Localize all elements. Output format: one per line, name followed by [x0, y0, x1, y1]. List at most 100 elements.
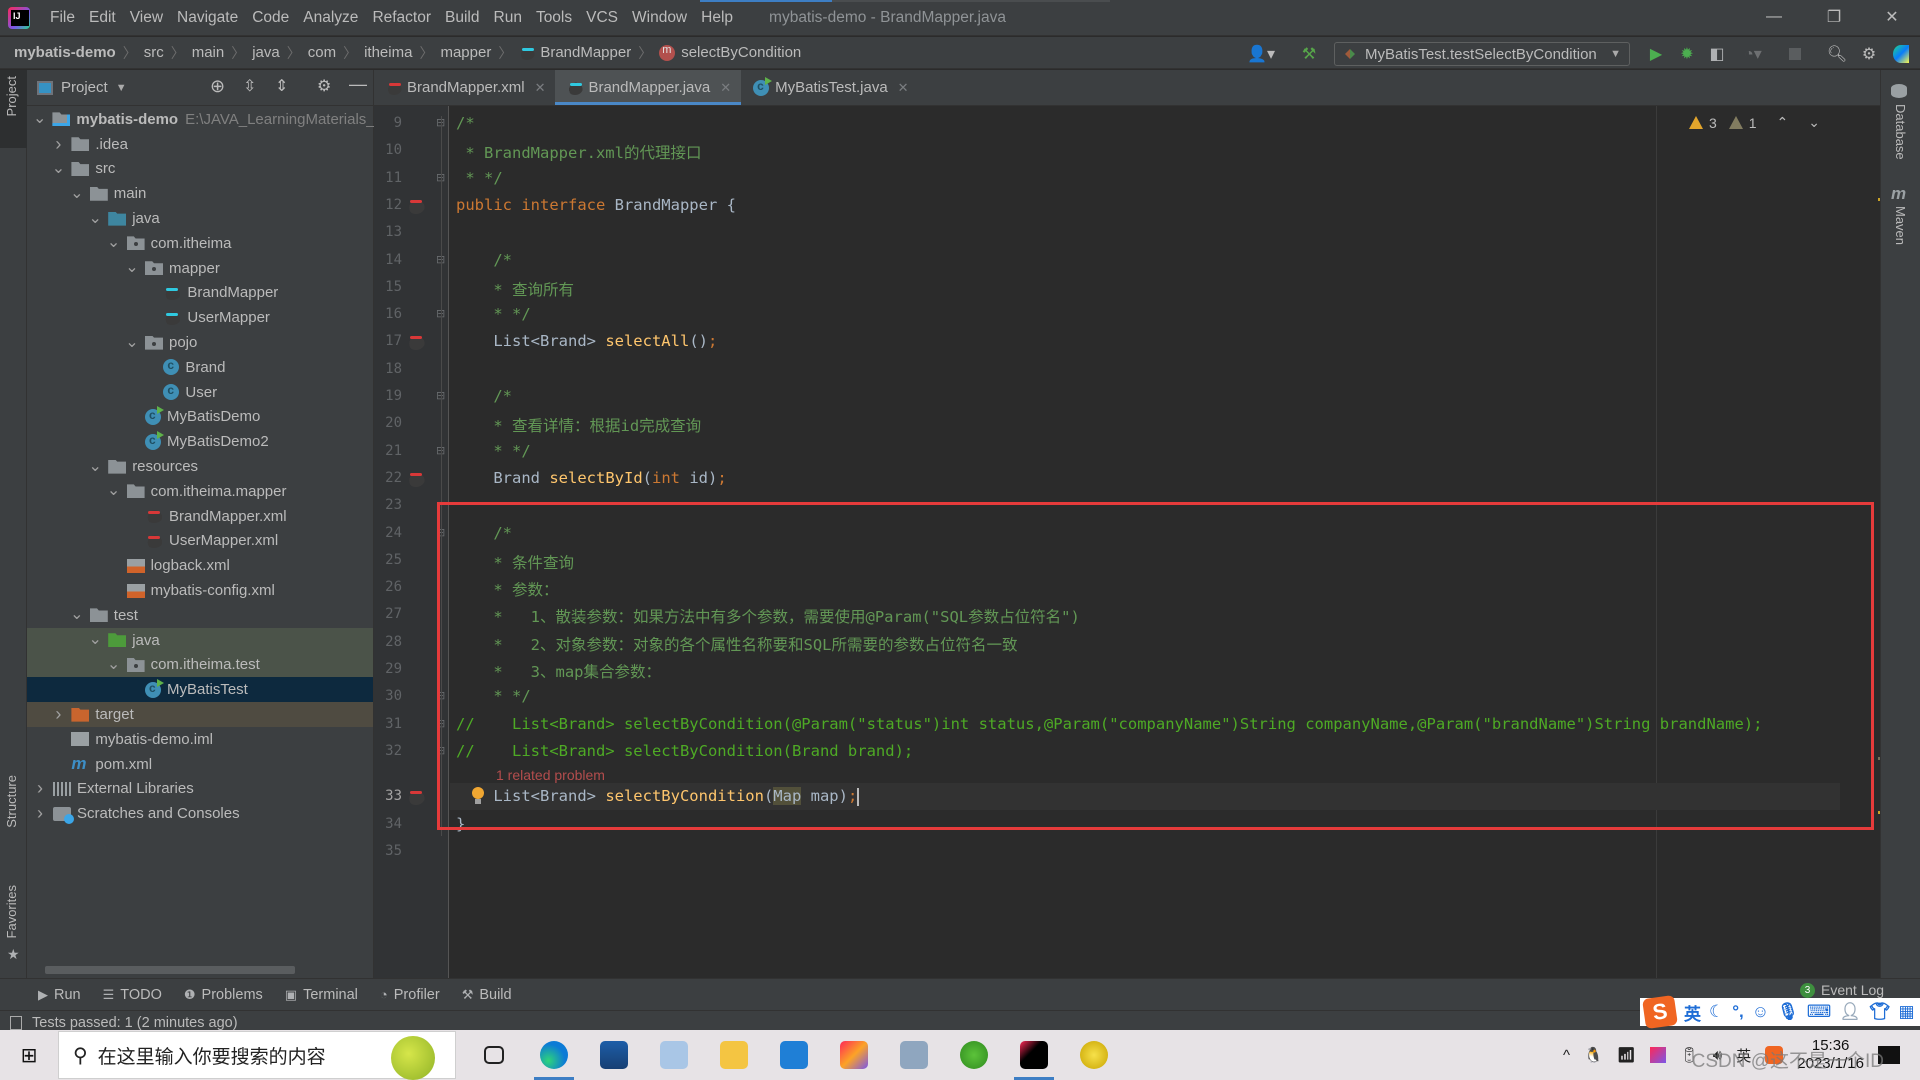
menu-file[interactable]: File — [50, 9, 75, 27]
horizontal-scrollbar[interactable] — [45, 966, 295, 974]
qq-icon[interactable]: 🐧 — [1584, 1046, 1603, 1064]
close-tab-icon[interactable]: ✕ — [720, 80, 731, 96]
menu-refactor[interactable]: Refactor — [372, 9, 431, 27]
tree-item-mybatis-config-xml[interactable]: mybatis-config.xml — [27, 578, 373, 603]
tool-tab-run[interactable]: ▶ Run — [38, 987, 81, 1003]
tree-item-test[interactable]: ⌄ test — [27, 603, 373, 628]
tree-item-com-itheima-test[interactable]: ⌄ com.itheima.test — [27, 652, 373, 678]
expand-all-icon[interactable]: ⇳ — [243, 76, 256, 96]
breadcrumb-item[interactable]: selectByCondition — [659, 44, 801, 61]
taskbar-app-intellij-idea[interactable] — [1004, 1030, 1064, 1080]
chevron-down-icon[interactable]: ▼ — [116, 82, 127, 94]
tree-item-resources[interactable]: ⌄ resources — [27, 454, 373, 479]
menu-window[interactable]: Window — [632, 9, 687, 27]
chevron-down-icon[interactable]: ⌄ — [107, 483, 121, 499]
chevron-down-icon[interactable]: ⌄ — [125, 260, 139, 276]
chevron-right-icon[interactable]: › — [33, 803, 47, 824]
toolbox-icon[interactable] — [1890, 43, 1912, 65]
tree-item-pojo[interactable]: ⌄ pojo — [27, 330, 373, 355]
coverage-icon[interactable]: ◧ — [1706, 43, 1728, 65]
mapper-navigate-icon[interactable] — [407, 789, 425, 806]
skin-icon[interactable]: 👕︎ — [1869, 1002, 1891, 1022]
chevron-down-icon[interactable]: ⌄ — [107, 235, 121, 251]
tree-item-brandmapper[interactable]: BrandMapper — [27, 281, 373, 306]
tree-item-mapper[interactable]: ⌄ mapper — [27, 256, 373, 281]
chevron-right-icon[interactable]: › — [51, 134, 65, 155]
menu-analyze[interactable]: Analyze — [303, 9, 358, 27]
tree-item-external-libraries[interactable]: › External Libraries — [27, 777, 373, 802]
breadcrumb-item[interactable]: java — [252, 44, 280, 61]
menu-code[interactable]: Code — [252, 9, 289, 27]
tab-mybatistest-java[interactable]: MyBatisTest.java ✕ — [741, 70, 918, 105]
taskbar-app-store[interactable] — [584, 1030, 644, 1080]
taskbar-app-app-green[interactable] — [944, 1030, 1004, 1080]
menu-tools[interactable]: Tools — [536, 9, 572, 27]
breadcrumb-item[interactable]: BrandMapper — [519, 44, 631, 61]
menu-help[interactable]: Help — [701, 9, 733, 27]
tab-brandmapper-java[interactable]: BrandMapper.java ✕ — [555, 70, 742, 105]
run-icon[interactable]: ▶ — [1646, 43, 1666, 65]
ime-language-toggle[interactable]: 英 — [1684, 1000, 1701, 1025]
start-button[interactable]: ⊞ — [0, 1030, 58, 1080]
chevron-down-icon[interactable]: ⌄ — [33, 111, 46, 127]
breadcrumb-item[interactable]: src — [144, 44, 164, 61]
status-message[interactable]: Tests passed: 1 (2 minutes ago) — [32, 1015, 238, 1031]
punctuation-icon[interactable]: °, — [1732, 1002, 1744, 1022]
settings-icon[interactable]: ⚙ — [1858, 43, 1880, 65]
breadcrumb-item[interactable]: mybatis-demo — [14, 44, 116, 61]
breadcrumb-item[interactable]: itheima — [364, 44, 412, 61]
tree-item-main[interactable]: ⌄ main — [27, 181, 373, 206]
tree-item-target[interactable]: › target — [27, 702, 373, 727]
tool-tab-project[interactable]: Project — [0, 70, 27, 148]
previous-highlight-icon[interactable]: ⌃ — [1777, 114, 1789, 131]
event-log-button[interactable]: 3 Event Log — [1800, 982, 1884, 998]
stop-icon[interactable] — [1786, 43, 1804, 65]
menu-run[interactable]: Run — [494, 9, 522, 27]
chevron-down-icon[interactable]: ⌄ — [51, 160, 65, 176]
tool-tab-database[interactable]: Database — [1893, 104, 1908, 160]
minimize-button[interactable]: — — [1746, 0, 1802, 34]
chevron-down-icon[interactable]: ⌄ — [88, 632, 102, 648]
taskbar-app-network-app[interactable] — [884, 1030, 944, 1080]
tool-tab-profiler[interactable]: ◔ Profiler — [380, 987, 440, 1003]
taskbar-app-app-yellow[interactable] — [1064, 1030, 1124, 1080]
chevron-down-icon[interactable]: ⌄ — [70, 185, 84, 201]
tree-item-mybatisdemo[interactable]: MyBatisDemo — [27, 405, 373, 430]
tree-item-usermapper[interactable]: UserMapper — [27, 305, 373, 330]
breadcrumb-item[interactable]: main — [192, 44, 225, 61]
moon-icon[interactable]: ☾ — [1709, 1002, 1724, 1022]
menu-navigate[interactable]: Navigate — [177, 9, 238, 27]
chevron-down-icon[interactable]: ⌄ — [88, 210, 102, 226]
profiler-icon[interactable]: ◔▾ — [1736, 43, 1770, 65]
network-icon[interactable]: 📶︎ — [1617, 1046, 1636, 1064]
taskbar-app-app-blue[interactable] — [764, 1030, 824, 1080]
tree-item-mybatistest[interactable]: MyBatisTest — [27, 677, 373, 703]
close-window-button[interactable]: ✕ — [1864, 0, 1920, 34]
taskbar-app-app[interactable] — [644, 1030, 704, 1080]
tree-item-scratches-and-consoles[interactable]: › Scratches and Consoles — [27, 801, 373, 826]
toolbox-grid-icon[interactable]: ▦ — [1898, 1002, 1914, 1022]
menu-edit[interactable]: Edit — [89, 9, 116, 27]
next-highlight-icon[interactable]: ⌄ — [1808, 114, 1820, 131]
hide-panel-icon[interactable]: — — [349, 74, 367, 95]
jetbrains-icon[interactable] — [1649, 1047, 1666, 1063]
chevron-down-icon[interactable]: ⌄ — [88, 458, 102, 474]
tree-item-brandmapper-xml[interactable]: BrandMapper.xml — [27, 504, 373, 529]
tool-tab-maven[interactable]: Maven — [1893, 206, 1908, 245]
show-hidden-icons[interactable]: ^ — [1563, 1047, 1570, 1064]
close-tab-icon[interactable]: ✕ — [535, 80, 546, 96]
user-icon[interactable]: 👤▾ — [1246, 43, 1276, 65]
sogou-logo-icon[interactable]: S — [1642, 994, 1678, 1030]
user-icon[interactable]: 👤︎ — [1839, 1002, 1861, 1022]
breadcrumb-item[interactable]: com — [308, 44, 336, 61]
tool-tab-structure[interactable]: Structure — [4, 775, 19, 828]
tool-tab-problems[interactable]: ❶ Problems — [184, 987, 263, 1003]
taskbar-app-file-explorer[interactable] — [704, 1030, 764, 1080]
tree-item-mybatisdemo2[interactable]: MyBatisDemo2 — [27, 429, 373, 454]
chevron-right-icon[interactable]: › — [33, 778, 47, 799]
inspection-widget[interactable]: 3 1 ⌃ ⌄ — [1688, 114, 1820, 131]
tree-item-com-itheima[interactable]: ⌄ com.itheima — [27, 231, 373, 256]
breadcrumb-item[interactable]: mapper — [440, 44, 491, 61]
tree-item--idea[interactable]: › .idea — [27, 132, 373, 157]
menu-view[interactable]: View — [130, 9, 163, 27]
